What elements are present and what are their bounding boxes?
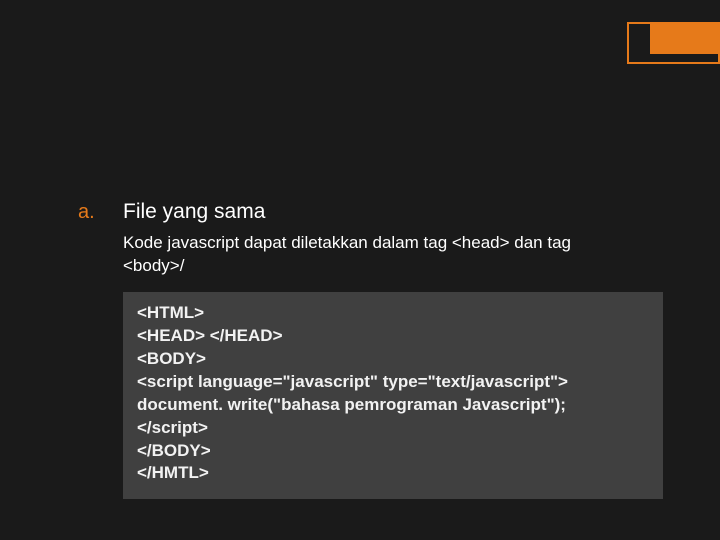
code-line: document. write("bahasa pemrograman Java…: [137, 394, 649, 417]
code-block: <HTML> <HEAD> </HEAD> <BODY> <script lan…: [123, 292, 663, 500]
list-marker: a.: [78, 201, 123, 224]
code-line: <BODY>: [137, 348, 649, 371]
list-body: Kode javascript dapat diletakkan dalam t…: [123, 232, 603, 278]
list-item: a. File yang sama: [78, 200, 660, 224]
accent-fill: [650, 22, 720, 54]
code-line: </HMTL>: [137, 462, 649, 485]
list-title: File yang sama: [123, 200, 265, 224]
slide-content: a. File yang sama Kode javascript dapat …: [78, 200, 660, 499]
code-line: </script>: [137, 417, 649, 440]
code-line: <HTML>: [137, 302, 649, 325]
code-line: <script language="javascript" type="text…: [137, 371, 649, 394]
code-line: <HEAD> </HEAD>: [137, 325, 649, 348]
code-line: </BODY>: [137, 440, 649, 463]
